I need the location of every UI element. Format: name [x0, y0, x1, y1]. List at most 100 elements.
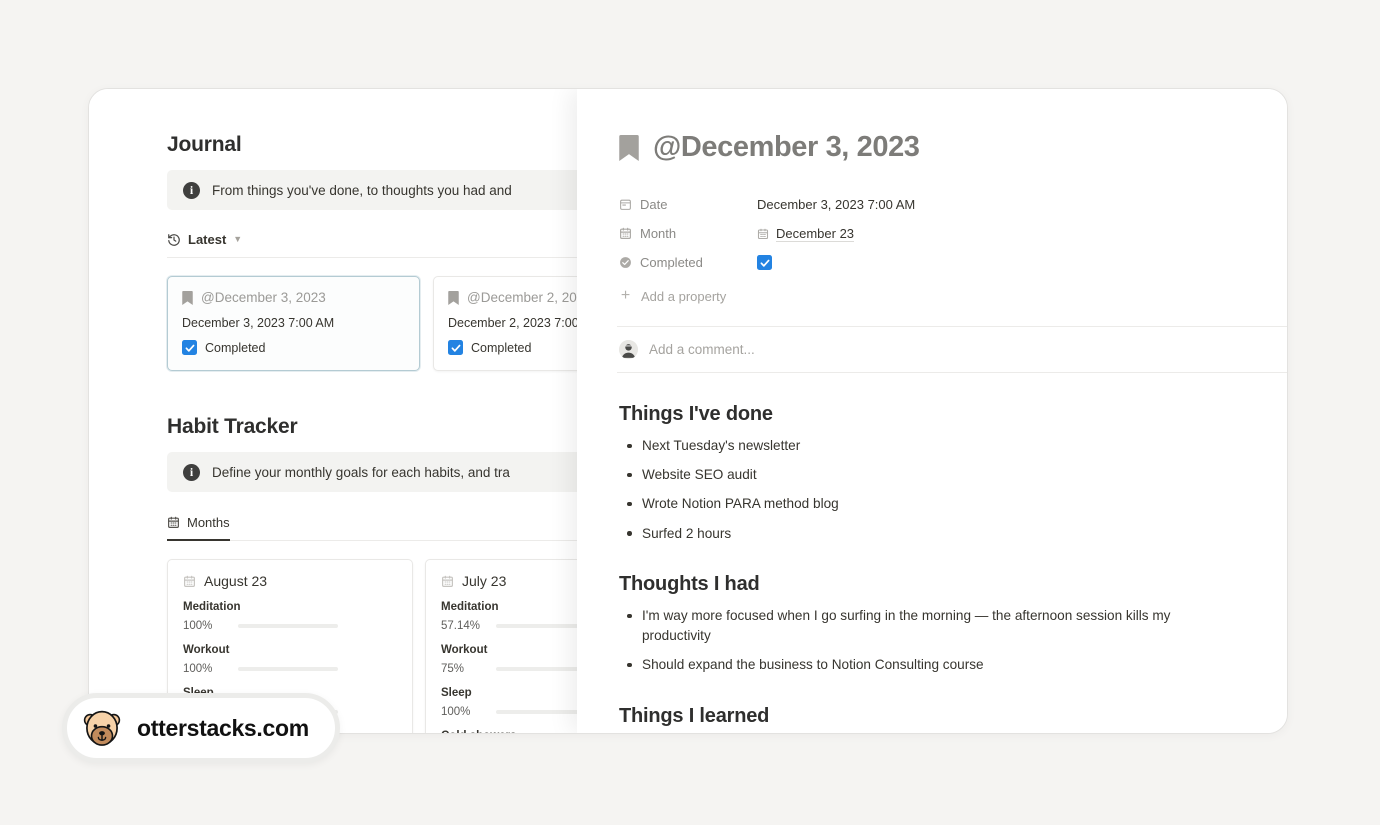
list-item[interactable]: Surfed 2 hours	[619, 524, 1233, 544]
property-row-month[interactable]: Month December 23	[619, 219, 1233, 248]
calendar-icon	[183, 575, 196, 588]
tab-months-label: Months	[187, 515, 230, 530]
property-key-date: Date	[619, 197, 757, 212]
habit-progress: 100%	[441, 706, 579, 718]
add-property-label: Add a property	[641, 288, 727, 304]
tab-months[interactable]: Months	[167, 515, 230, 541]
property-row-date[interactable]: Date December 3, 2023 7:00 AM	[619, 190, 1233, 219]
calendar-icon	[619, 227, 632, 240]
journal-card-completed-label: Completed	[205, 340, 266, 355]
property-value-month-label: December 23	[776, 225, 855, 242]
checkbox-checked-icon[interactable]	[182, 340, 197, 355]
checkbox-checked-icon[interactable]	[448, 340, 463, 355]
habit-percent: 100%	[183, 620, 213, 632]
list-item[interactable]: Website SEO audit	[619, 465, 1233, 485]
info-icon: i	[183, 463, 200, 481]
otter-logo	[81, 707, 123, 749]
list-item[interactable]: I'm way more focused when I go surfing i…	[619, 606, 1233, 645]
habit-name: Workout	[183, 644, 230, 656]
user-avatar	[619, 340, 638, 359]
habit-progress-bar	[496, 667, 579, 671]
watermark-badge[interactable]: otterstacks.com	[62, 693, 340, 763]
habit-progress-bar	[238, 667, 338, 671]
chevron-down-icon: ▼	[233, 234, 243, 244]
journal-sort-row[interactable]: Latest ▼	[167, 232, 579, 258]
date-icon	[619, 198, 632, 211]
habit-progress-bar	[496, 710, 579, 714]
section-list: I'm way more focused when I go surfing i…	[619, 606, 1233, 675]
section-heading: Things I learned	[619, 704, 770, 727]
habit-name: Meditation	[183, 601, 241, 613]
journal-sort-label: Latest	[188, 232, 227, 247]
habit-progress: 57.14%	[441, 620, 579, 632]
watermark-text: otterstacks.com	[137, 714, 309, 741]
list-item[interactable]: Should expand the business to Notion Con…	[619, 655, 1233, 675]
checkbox-checked-icon[interactable]	[757, 255, 772, 270]
add-property-button[interactable]: + Add a property	[619, 283, 1233, 309]
calendar-icon	[167, 516, 180, 529]
property-value-date: December 3, 2023 7:00 AM	[757, 197, 916, 212]
habit-progress: 75%	[441, 663, 579, 675]
bookmark-icon	[182, 290, 193, 305]
habit-tracker-tabs: Months	[167, 515, 579, 541]
list-item[interactable]: Wrote Notion PARA method blog	[619, 494, 1233, 514]
detail-page-title: @December 3, 2023	[653, 131, 920, 163]
journal-card-title: @December 3, 2023	[201, 290, 326, 305]
habit-name: Workout	[441, 644, 488, 656]
property-key-label: Completed	[640, 255, 703, 270]
habit-tracker-block: Habit Tracker i Define your monthly goal…	[167, 415, 579, 733]
habit-percent: 57.14%	[441, 620, 481, 632]
journal-card-title-row: @December 2, 2023	[448, 290, 579, 305]
list-item[interactable]: Next Tuesday's newsletter	[619, 436, 1233, 456]
habit-progress-bar	[238, 624, 338, 628]
property-value-completed[interactable]	[757, 255, 772, 270]
checkmark-circle-icon	[619, 256, 632, 269]
journal-card-title-row: @December 3, 2023	[182, 290, 405, 305]
calendar-icon	[441, 575, 454, 588]
habit-progress-bar	[496, 624, 579, 628]
journal-callout-text: From things you've done, to thoughts you…	[212, 182, 512, 198]
comment-row[interactable]: Add a comment...	[617, 327, 1287, 373]
bookmark-icon	[619, 134, 639, 161]
habit-progress: 100%	[183, 663, 397, 675]
habit-name: Sleep	[441, 687, 472, 699]
journal-card[interactable]: @December 2, 2023 December 2, 2023 7:00 …	[433, 276, 579, 371]
journal-card-title: @December 2, 2023	[467, 290, 579, 305]
habit-tracker-callout: i Define your monthly goals for each hab…	[167, 452, 579, 492]
calendar-icon	[757, 228, 769, 240]
habit-percent: 75%	[441, 663, 465, 675]
journal-card-completed[interactable]: Completed	[182, 340, 405, 355]
habit-card[interactable]: July 23 Meditation 57.14% Workout 75% Sl…	[425, 559, 579, 733]
section-heading: Thoughts I had	[619, 573, 760, 596]
app-window: Journal i From things you've done, to th…	[88, 88, 1288, 734]
section-list: Next Tuesday's newsletter Website SEO au…	[619, 436, 1233, 543]
journal-card[interactable]: @December 3, 2023 December 3, 2023 7:00 …	[167, 276, 420, 371]
plus-icon: +	[620, 287, 631, 304]
habit-card-title: August 23	[204, 573, 268, 589]
bookmark-icon	[448, 290, 459, 305]
journal-detail-panel: @December 3, 2023 Date December 3, 2023 …	[577, 89, 1287, 733]
property-key-completed: Completed	[619, 255, 757, 270]
journal-page-title: Journal	[167, 133, 242, 156]
journal-card-row: @December 3, 2023 December 3, 2023 7:00 …	[167, 276, 579, 371]
info-icon: i	[183, 181, 200, 199]
property-key-label: Month	[640, 226, 677, 241]
habit-percent: 100%	[183, 663, 213, 675]
property-key-label: Date	[640, 197, 668, 212]
journal-card-date: December 3, 2023 7:00 AM	[182, 316, 335, 330]
habit-progress: 100%	[183, 620, 397, 632]
habit-card-title: July 23	[462, 573, 507, 589]
habit-name: Cold showers	[441, 730, 579, 733]
journal-card-completed-label: Completed	[471, 340, 532, 355]
journal-callout: i From things you've done, to thoughts y…	[167, 170, 579, 210]
property-value-month[interactable]: December 23	[757, 225, 855, 242]
journal-card-date: December 2, 2023 7:00 AM	[448, 316, 579, 330]
habit-tracker-callout-text: Define your monthly goals for each habit…	[212, 464, 510, 480]
property-key-month: Month	[619, 226, 757, 241]
section-heading: Things I've done	[619, 403, 773, 425]
property-row-completed[interactable]: Completed	[619, 248, 1233, 277]
habit-card-title-row: August 23	[183, 573, 397, 589]
journal-left-panel: Journal i From things you've done, to th…	[89, 89, 579, 733]
habit-tracker-title: Habit Tracker	[167, 415, 298, 438]
journal-card-completed[interactable]: Completed	[448, 340, 579, 355]
